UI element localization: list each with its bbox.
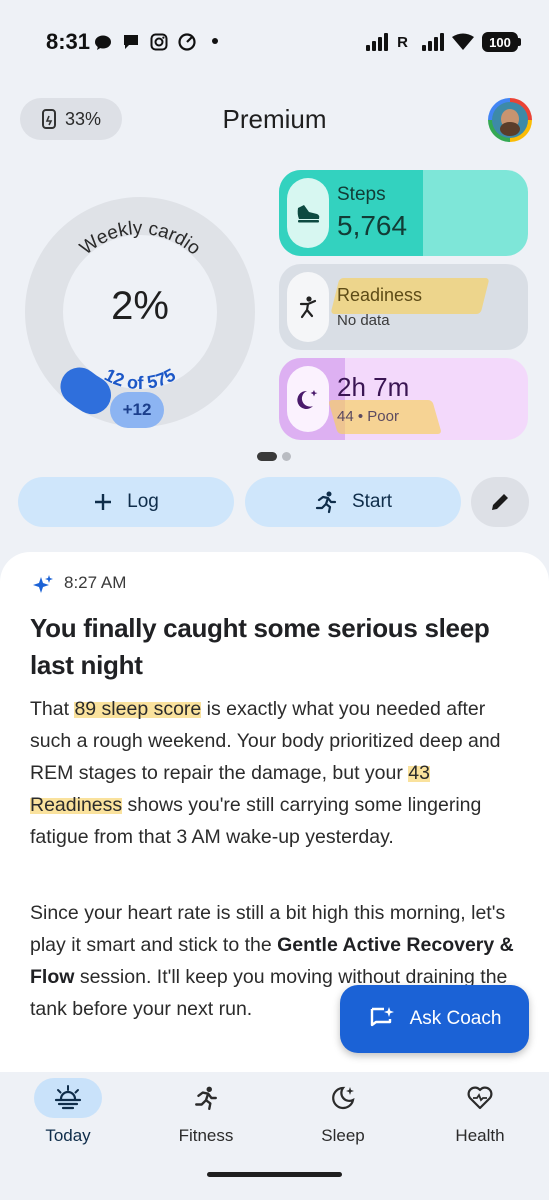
start-label: Start <box>351 491 393 512</box>
status-right: R 100 <box>366 28 521 56</box>
ask-coach-label: Ask Coach <box>409 1008 502 1029</box>
cardio-value: 2% <box>111 284 169 328</box>
battery-icon: 100 <box>482 32 521 52</box>
coach-chat-icon <box>370 1007 394 1027</box>
moon-icon <box>309 1078 377 1118</box>
signal-icon-2 <box>422 33 444 51</box>
message-icon <box>95 35 111 50</box>
nav-health-label: Health <box>455 1126 505 1145</box>
running-icon <box>172 1078 240 1118</box>
pencil-icon <box>492 494 508 510</box>
shoe-icon <box>287 178 329 248</box>
nav-today-label: Today <box>45 1126 91 1145</box>
running-icon <box>315 491 337 514</box>
plus-icon <box>95 494 112 510</box>
heart-icon <box>446 1078 514 1118</box>
nav-fitness[interactable]: Fitness <box>146 1078 266 1146</box>
home-indicator <box>207 1172 342 1177</box>
start-button[interactable]: Start <box>245 477 461 527</box>
log-button[interactable]: Log <box>18 477 234 527</box>
sleep-tile[interactable]: 2h 7m 44 • Poor <box>279 358 528 440</box>
roaming-label: R <box>397 33 408 51</box>
cardio-increment-badge: +12 <box>110 392 164 428</box>
chat-icon <box>124 35 138 49</box>
sparkle-icon <box>33 575 53 593</box>
moon-stars-icon <box>287 366 329 432</box>
nav-fitness-label: Fitness <box>178 1126 234 1145</box>
edit-button[interactable] <box>471 477 529 527</box>
status-time: 8:31 <box>46 29 91 54</box>
insight-paragraph-1: That 89 sleep score is exactly what you … <box>30 698 501 848</box>
sunrise-icon <box>34 1078 102 1118</box>
sleep-duration: 2h 7m <box>337 372 410 402</box>
signal-icon <box>366 33 389 51</box>
readiness-label: Readiness <box>337 285 423 305</box>
nav-health[interactable]: Health <box>420 1078 540 1146</box>
battery-level: 100 <box>482 32 518 52</box>
page-title: Premium <box>222 104 327 134</box>
steps-value: 5,764 <box>337 210 408 241</box>
sleep-score-detail: 44 • Poor <box>337 408 399 425</box>
sleep-score-highlight: 89 sleep score <box>74 698 202 720</box>
nav-sleep-label: Sleep <box>321 1126 365 1145</box>
more-notifications-dot <box>212 38 218 44</box>
page-indicator <box>257 451 291 461</box>
nav-sleep[interactable]: Sleep <box>283 1078 403 1146</box>
app-notification-icon <box>178 33 196 51</box>
cardio-progress-arc <box>60 367 111 415</box>
readiness-value: No data <box>337 312 390 329</box>
insight-title: You finally caught some serious sleep la… <box>30 613 490 680</box>
stretch-figure-icon <box>287 272 329 342</box>
instagram-icon <box>150 33 168 51</box>
wifi-icon <box>452 33 474 50</box>
nav-today[interactable]: Today <box>8 1078 128 1146</box>
insight-timestamp: 8:27 AM <box>64 573 127 592</box>
steps-label: Steps <box>337 184 386 205</box>
avatar[interactable] <box>488 98 532 142</box>
readiness-tile[interactable]: Readiness No data <box>279 264 528 350</box>
ask-coach-button[interactable]: Ask Coach <box>340 985 529 1053</box>
steps-tile[interactable]: Steps 5,764 <box>279 170 528 256</box>
log-label: Log <box>127 491 159 512</box>
